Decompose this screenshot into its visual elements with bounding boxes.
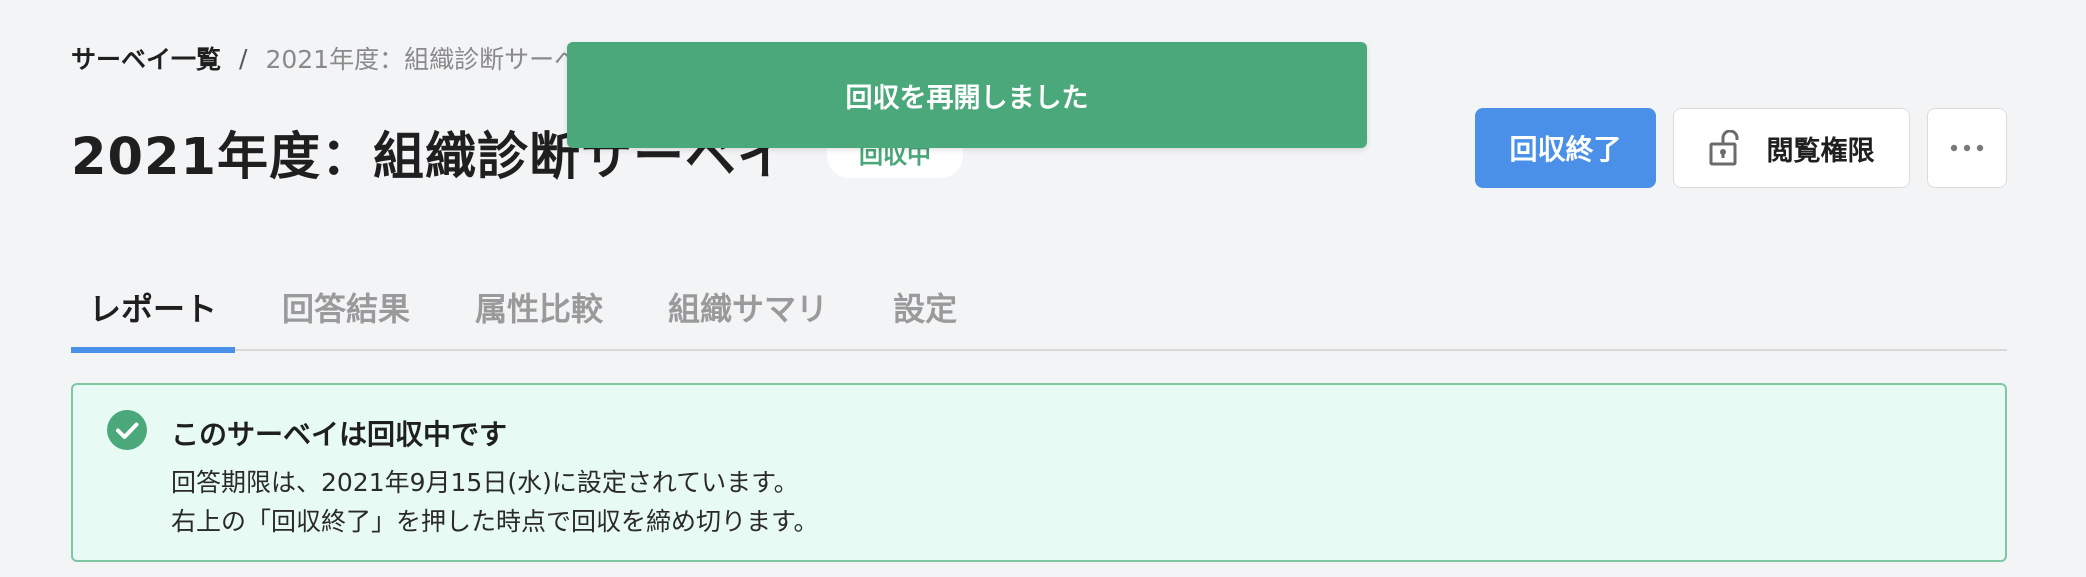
view-permission-label: 閲覧権限 xyxy=(1766,135,1875,167)
view-permission-button[interactable]: 閲覧権限 xyxy=(1673,108,1910,188)
tab-attribute-comparison[interactable]: 属性比較 xyxy=(457,284,621,351)
more-options-button[interactable] xyxy=(1927,108,2007,188)
breadcrumb: サーベイ一覧 / 2021年度：組織診断サーベイ xyxy=(71,40,604,76)
collection-status-notice: このサーベイは回収中です 回答期限は、2021年9月15日(水)に設定されていま… xyxy=(71,383,2007,562)
unlock-icon xyxy=(1709,130,1738,166)
notice-title: このサーベイは回収中です xyxy=(171,418,508,451)
survey-detail-page: サーベイ一覧 / 2021年度：組織診断サーベイ 2021年度：組織診断サーベイ… xyxy=(0,0,2086,577)
header-actions: 回収終了 閲覧権限 xyxy=(1475,108,2007,188)
breadcrumb-survey-list-link[interactable]: サーベイ一覧 xyxy=(71,40,221,76)
tab-bar: レポート 回答結果 属性比較 組織サマリ 設定 xyxy=(71,284,2007,353)
notice-deadline-text: 回答期限は、2021年9月15日(水)に設定されています。 xyxy=(171,468,799,497)
close-collection-button[interactable]: 回収終了 xyxy=(1475,108,1656,188)
tab-report[interactable]: レポート xyxy=(71,284,236,353)
tab-settings[interactable]: 設定 xyxy=(875,284,975,351)
toast-notification: 回収を再開しました xyxy=(567,42,1367,148)
more-icon xyxy=(1950,144,1984,152)
breadcrumb-separator: / xyxy=(239,43,248,73)
toast-message: 回収を再開しました xyxy=(845,82,1089,114)
tab-answer-results[interactable]: 回答結果 xyxy=(264,284,428,351)
tab-organization-summary[interactable]: 組織サマリ xyxy=(650,284,846,351)
breadcrumb-current: 2021年度：組織診断サーベイ xyxy=(265,45,605,74)
check-circle-icon xyxy=(107,410,147,450)
notice-instruction-text: 右上の「回収終了」を押した時点で回収を締め切ります。 xyxy=(171,507,819,536)
